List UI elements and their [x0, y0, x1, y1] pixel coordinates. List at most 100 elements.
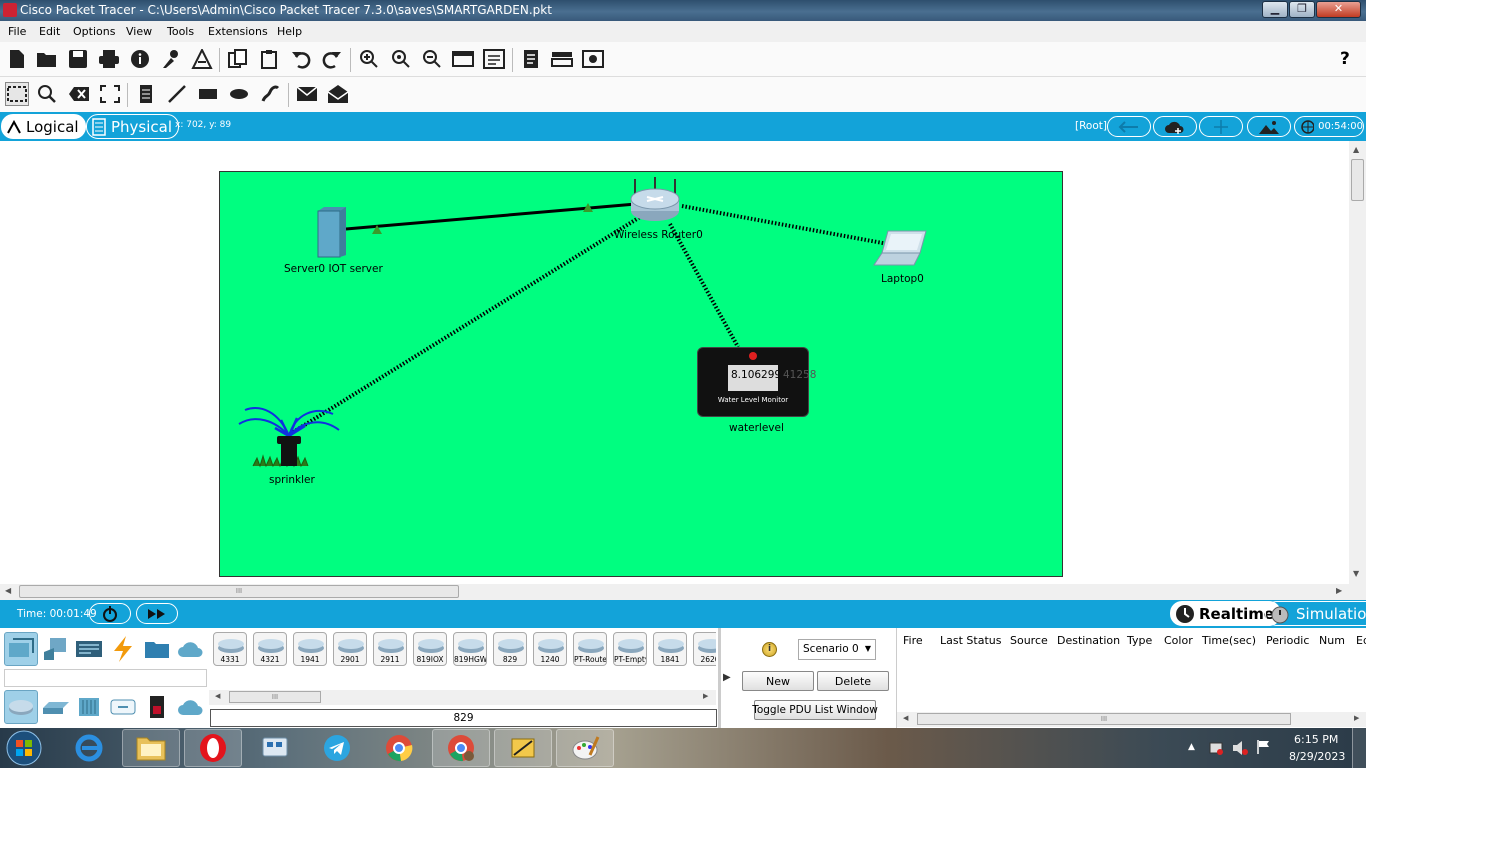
notes-icon[interactable]: [519, 47, 543, 71]
tab-logical[interactable]: Logical: [1, 114, 86, 139]
device-model-819hgw[interactable]: 819HGW: [453, 632, 487, 666]
device-model-4331[interactable]: 4331: [213, 632, 247, 666]
taskbar-clock-time[interactable]: 6:15 PM: [1294, 733, 1338, 746]
device-model-pt-router[interactable]: PT-Router: [573, 632, 607, 666]
scroll-right-arrow-icon[interactable]: ▶: [1336, 586, 1342, 595]
tab-physical[interactable]: Physical: [86, 114, 180, 139]
device-model-819iox[interactable]: 819IOX: [413, 632, 447, 666]
new-file-icon[interactable]: [5, 47, 29, 71]
connections-category-icon[interactable]: [106, 632, 140, 666]
zoom-out-icon[interactable]: [420, 47, 444, 71]
delete-scenario-button[interactable]: Delete: [817, 671, 889, 691]
viewport-clock-button[interactable]: 00:54:00: [1294, 116, 1364, 137]
inspect-icon[interactable]: [35, 82, 59, 106]
maximize-button[interactable]: ❐: [1289, 1, 1315, 18]
device-scroll-right-icon[interactable]: ▶: [703, 692, 708, 700]
device-model-2901[interactable]: 2901: [333, 632, 367, 666]
device-scroll-left-icon[interactable]: ◀: [215, 692, 220, 700]
drawing-palette-icon[interactable]: [451, 47, 475, 71]
show-desktop-button[interactable]: [1352, 728, 1366, 768]
pdu-column-header[interactable]: Source: [1010, 634, 1048, 647]
device-search-input[interactable]: [4, 669, 207, 687]
horizontal-scroll-thumb[interactable]: III: [19, 585, 459, 598]
start-button[interactable]: [4, 730, 44, 766]
new-cluster-button[interactable]: [1153, 116, 1197, 137]
pdu-column-header[interactable]: Periodic: [1266, 634, 1309, 647]
wireless-link-laptop[interactable]: [681, 204, 889, 246]
device-model-2911[interactable]: 2911: [373, 632, 407, 666]
add-complex-pdu-icon[interactable]: [326, 82, 350, 106]
vertical-scroll-thumb[interactable]: [1351, 159, 1364, 201]
device-list-scrollbar[interactable]: ◀ III ▶: [209, 690, 716, 705]
pdu-column-header[interactable]: Color: [1164, 634, 1193, 647]
miscellaneous-category-icon[interactable]: [140, 632, 174, 666]
hubs-subcategory-icon[interactable]: [72, 690, 106, 724]
power-cycle-button[interactable]: [89, 603, 131, 624]
pdu-column-header[interactable]: Num: [1319, 634, 1345, 647]
delete-icon[interactable]: [67, 82, 91, 106]
switches-subcategory-icon[interactable]: [39, 690, 73, 724]
scroll-left-arrow-icon[interactable]: ◀: [5, 586, 11, 595]
panel-divider[interactable]: [718, 628, 721, 728]
device-model-1240[interactable]: 1240: [533, 632, 567, 666]
sprinkler-label[interactable]: sprinkler: [269, 474, 315, 486]
back-navigation-button[interactable]: [1107, 116, 1151, 137]
network-tray-icon[interactable]: [1208, 740, 1224, 759]
taskbar-paint[interactable]: [556, 729, 614, 767]
device-model-2620[interactable]: 2620: [693, 632, 716, 666]
select-tool-icon[interactable]: [5, 82, 29, 106]
pdu-scroll-thumb[interactable]: III: [917, 713, 1291, 725]
horizontal-scrollbar[interactable]: ◀ III ▶: [0, 584, 1349, 600]
scroll-up-arrow-icon[interactable]: ▲: [1353, 145, 1359, 154]
vertical-scrollbar[interactable]: ▲ ▼: [1349, 141, 1366, 584]
security-subcategory-icon[interactable]: [140, 690, 174, 724]
device-model-pt-empty[interactable]: PT-Empty: [613, 632, 647, 666]
waterlevel-label[interactable]: waterlevel: [729, 422, 784, 434]
open-folder-icon[interactable]: [35, 47, 59, 71]
end-devices-category-icon[interactable]: [39, 632, 73, 666]
image-viewer-icon[interactable]: [581, 47, 605, 71]
menu-edit[interactable]: Edit: [39, 25, 60, 38]
taskbar-telegram[interactable]: [308, 729, 366, 767]
routers-subcategory-icon[interactable]: [4, 690, 38, 724]
minimize-button[interactable]: ▁: [1262, 1, 1288, 18]
server-label[interactable]: Server0 IOT server: [284, 263, 383, 275]
network-devices-category-icon[interactable]: [4, 632, 38, 666]
volume-muted-icon[interactable]: [1232, 740, 1250, 759]
taskbar-clock-date[interactable]: 8/29/2023: [1289, 750, 1345, 763]
copy-icon[interactable]: [226, 47, 250, 71]
new-scenario-button[interactable]: New: [742, 671, 814, 691]
move-object-button[interactable]: [1199, 116, 1243, 137]
place-note-icon[interactable]: [134, 82, 158, 106]
zoom-in-icon[interactable]: [357, 47, 381, 71]
sprinkler-device[interactable]: [235, 400, 343, 473]
pdu-column-header[interactable]: Time(sec): [1202, 634, 1256, 647]
device-template-icon[interactable]: [550, 47, 574, 71]
menu-extensions[interactable]: Extensions: [208, 25, 268, 38]
laptop-device[interactable]: [872, 229, 930, 272]
fast-forward-button[interactable]: [136, 603, 178, 624]
simulation-mode-tab[interactable]: Simulation: [1265, 601, 1366, 626]
root-breadcrumb[interactable]: [Root]: [1075, 120, 1107, 132]
taskbar-opera[interactable]: [184, 729, 242, 767]
scenario-info-icon[interactable]: i: [762, 642, 777, 657]
network-wizard-icon[interactable]: [159, 47, 183, 71]
device-scroll-thumb[interactable]: III: [229, 691, 321, 703]
taskbar-file-explorer[interactable]: [122, 729, 180, 767]
device-model-1941[interactable]: 1941: [293, 632, 327, 666]
pdu-list-scrollbar[interactable]: ◀ III ▶: [897, 712, 1366, 727]
draw-rectangle-icon[interactable]: [196, 82, 220, 106]
draw-ellipse-icon[interactable]: [227, 82, 251, 106]
wireless-router-device[interactable]: [629, 177, 681, 226]
pdu-scroll-left-icon[interactable]: ◀: [903, 714, 908, 722]
set-background-button[interactable]: [1247, 116, 1291, 137]
logical-workspace[interactable]: Server0 IOT server Wireless Router0 Lapt…: [0, 141, 1349, 584]
redo-icon[interactable]: [320, 47, 344, 71]
menu-file[interactable]: File: [8, 25, 26, 38]
taskbar-chrome[interactable]: [370, 729, 428, 767]
paste-icon[interactable]: [258, 47, 282, 71]
wireless-devices-subcategory-icon[interactable]: [106, 690, 140, 724]
menu-tools[interactable]: Tools: [167, 25, 194, 38]
device-model-4321[interactable]: 4321: [253, 632, 287, 666]
taskbar-packet-tracer[interactable]: [494, 729, 552, 767]
